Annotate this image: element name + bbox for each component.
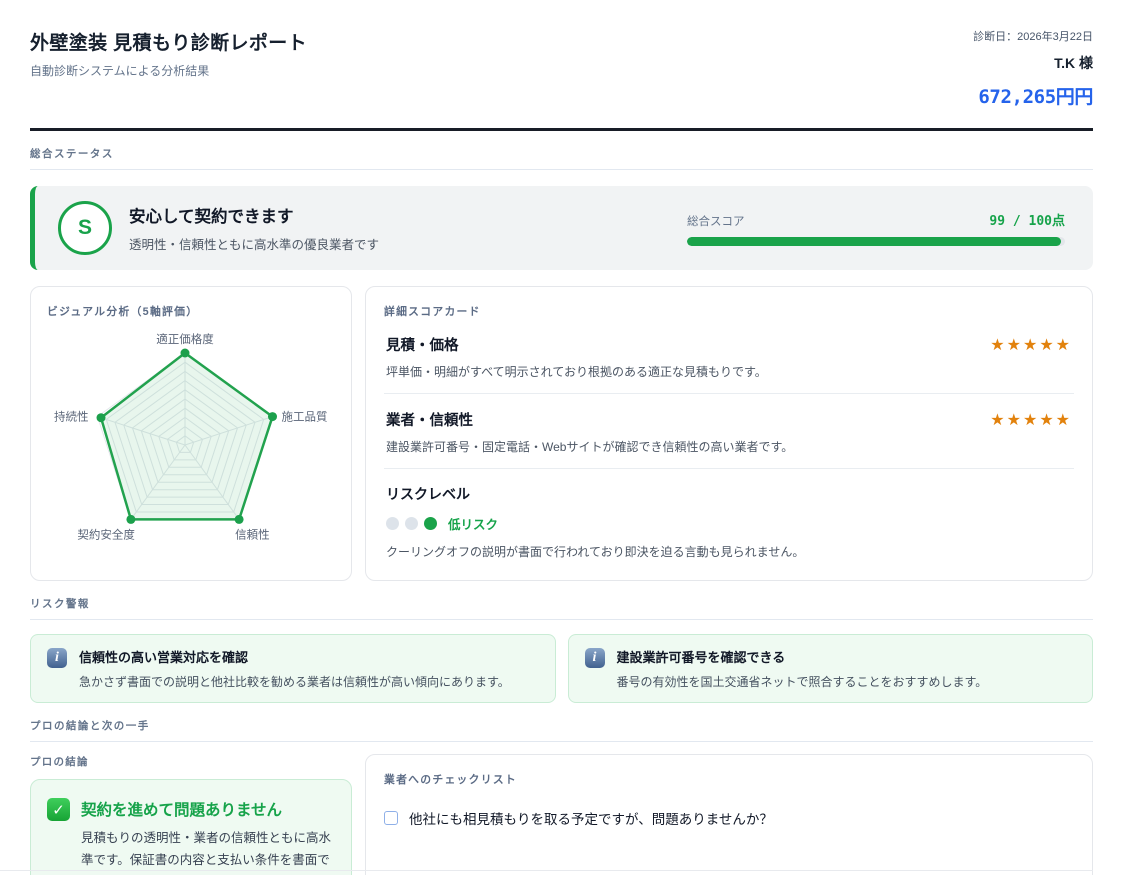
conclusion-sub-label: プロの結論 <box>30 754 352 769</box>
check-icon: ✓ <box>47 798 70 821</box>
alerts-grid: i 信頼性の高い営業対応を確認 急かさず書面での説明と他社比較を勧める業者は信頼… <box>30 634 1093 703</box>
alert-desc: 番号の有効性を国土交通省ネットで照合することをおすすめします。 <box>617 673 988 690</box>
score-item-vendor: 業者・信頼性 ★★★★★ 建設業許可番号・固定電話・Webサイトが確認でき信頼性… <box>384 394 1074 469</box>
conclusion-desc: 見積もりの透明性・業者の信頼性ともに高水準です。保証書の内容と支払い条件を書面で… <box>81 828 335 875</box>
header-right: 診断日：2026年3月22日 T.K 様 672,265円円 <box>973 28 1093 109</box>
score-label: 総合スコア <box>687 213 745 229</box>
radar-chart: 適正価格度施工品質信頼性 契約安全度 持続性 <box>47 327 335 553</box>
alert-title: 信頼性の高い営業対応を確認 <box>79 647 510 666</box>
section-label-conclusion: プロの結論と次の一手 <box>30 703 1093 742</box>
report-page: 外壁塗装 見積もり診断レポート 自動診断システムによる分析結果 診断日：2026… <box>0 0 1123 875</box>
header-left: 外壁塗装 見積もり診断レポート 自動診断システムによる分析結果 <box>30 28 307 79</box>
info-icon: i <box>585 648 605 668</box>
conclusion-title: 契約を進めて問題ありません <box>81 798 335 820</box>
page-title: 外壁塗装 見積もり診断レポート <box>30 28 307 55</box>
risk-level-dots: 低リスク <box>386 514 1072 533</box>
checklist-item-text: 他社にも相見積もりを取る予定ですが、問題ありませんか？ <box>409 808 773 828</box>
footer-divider <box>0 870 1093 871</box>
diagnosis-date: 診断日：2026年3月22日 <box>973 28 1093 44</box>
info-icon: i <box>47 648 67 668</box>
customer-name: T.K 様 <box>973 53 1093 73</box>
score-item-title: 業者・信頼性 <box>386 409 473 430</box>
score-value: 99 / 100点 <box>989 210 1065 229</box>
alert-card-license: i 建設業許可番号を確認できる 番号の有効性を国土交通省ネットで照合することをお… <box>568 634 1094 703</box>
risk-level-title: リスクレベル <box>386 484 1072 504</box>
conclusion-grid: プロの結論 ✓ 契約を進めて問題ありません 見積もりの透明性・業者の信頼性ともに… <box>30 754 1093 875</box>
alert-card-sales: i 信頼性の高い営業対応を確認 急かさず書面での説明と他社比較を勧める業者は信頼… <box>30 634 556 703</box>
alert-title: 建設業許可番号を確認できる <box>617 647 988 666</box>
conclusion-body: 契約を進めて問題ありません 見積もりの透明性・業者の信頼性ともに高水準です。保証… <box>81 798 335 875</box>
grade-badge: S <box>58 201 112 255</box>
score-item-head: 見積・価格 ★★★★★ <box>386 334 1072 355</box>
score-detail-label: 詳細スコアカード <box>384 303 1074 319</box>
status-subtitle: 透明性・信頼性ともに高水準の優良業者です <box>129 234 687 253</box>
alert-desc: 急かさず書面での説明と他社比較を勧める業者は信頼性が高い傾向にあります。 <box>79 673 510 690</box>
alert-body: 建設業許可番号を確認できる 番号の有効性を国土交通省ネットで照合することをおすす… <box>617 647 988 690</box>
radar-axis-label: 適正価格度 <box>156 332 214 346</box>
star-rating: ★★★★★ <box>990 335 1072 355</box>
conclusion-column: プロの結論 ✓ 契約を進めて問題ありません 見積もりの透明性・業者の信頼性ともに… <box>30 754 352 875</box>
score-row: 総合スコア 99 / 100点 <box>687 210 1065 229</box>
vendor-checklist-card: 業者へのチェックリスト 他社にも相見積もりを取る予定ですが、問題ありませんか？ <box>365 754 1093 875</box>
main-grid: ビジュアル分析（5軸評価） 適正価格度施工品質信頼性 契約安全度 持続性 詳細スコア… <box>30 286 1093 581</box>
status-text: 安心して契約できます 透明性・信頼性ともに高水準の優良業者です <box>129 203 687 253</box>
score-item-desc: 建設業許可番号・固定電話・Webサイトが確認でき信頼性の高い業者です。 <box>386 438 1072 455</box>
report-header: 外壁塗装 見積もり診断レポート 自動診断システムによる分析結果 診断日：2026… <box>30 0 1093 109</box>
star-rating: ★★★★★ <box>990 410 1072 430</box>
score-progress-track <box>687 237 1065 246</box>
radar-axis-label: 持続性 <box>54 410 89 424</box>
section-label-alerts: リスク警報 <box>30 581 1093 620</box>
radar-chart-wrap: 適正価格度施工品質信頼性 契約安全度 持続性 <box>47 327 335 553</box>
risk-dot <box>405 517 418 530</box>
radar-axis-label: 信頼性 <box>235 527 270 541</box>
checklist-item[interactable]: 他社にも相見積もりを取る予定ですが、問題ありませんか？ <box>384 808 1074 828</box>
risk-level-label: 低リスク <box>448 514 498 533</box>
radar-axis-label: 施工品質 <box>282 410 328 424</box>
risk-dot-active <box>424 517 437 530</box>
score-item-desc: 坪単価・明細がすべて明示されており根拠のある適正な見積もりです。 <box>386 363 1072 380</box>
conclusion-card: ✓ 契約を進めて問題ありません 見積もりの透明性・業者の信頼性ともに高水準です。… <box>30 779 352 875</box>
score-item-title: 見積・価格 <box>386 334 459 355</box>
alert-body: 信頼性の高い営業対応を確認 急かさず書面での説明と他社比較を勧める業者は信頼性が… <box>79 647 510 690</box>
status-title: 安心して契約できます <box>129 203 687 227</box>
checklist-checkbox[interactable] <box>384 811 398 825</box>
risk-level-desc: クーリングオフの説明が書面で行われており即決を迫る言動も見られません。 <box>386 543 1072 560</box>
score-item-head: 業者・信頼性 ★★★★★ <box>386 409 1072 430</box>
score-detail-card: 詳細スコアカード 見積・価格 ★★★★★ 坪単価・明細がすべて明示されており根拠… <box>365 286 1093 581</box>
risk-level-block: リスクレベル 低リスク クーリングオフの説明が書面で行われており即決を迫る言動も… <box>384 469 1074 566</box>
risk-dot <box>386 517 399 530</box>
score-progress-fill <box>687 237 1061 246</box>
estimate-price: 672,265円円 <box>973 82 1093 109</box>
radar-axis-label: 契約安全度 <box>77 527 135 541</box>
page-subtitle: 自動診断システムによる分析結果 <box>30 62 307 79</box>
overall-score-block: 総合スコア 99 / 100点 <box>687 210 1065 246</box>
section-label-status: 総合ステータス <box>30 131 1093 170</box>
score-item-price: 見積・価格 ★★★★★ 坪単価・明細がすべて明示されており根拠のある適正な見積も… <box>384 319 1074 394</box>
overall-status-card: S 安心して契約できます 透明性・信頼性ともに高水準の優良業者です 総合スコア … <box>30 186 1093 270</box>
visual-analysis-card: ビジュアル分析（5軸評価） 適正価格度施工品質信頼性 契約安全度 持続性 <box>30 286 352 581</box>
visual-analysis-label: ビジュアル分析（5軸評価） <box>47 303 335 319</box>
checklist-label: 業者へのチェックリスト <box>384 771 1074 787</box>
